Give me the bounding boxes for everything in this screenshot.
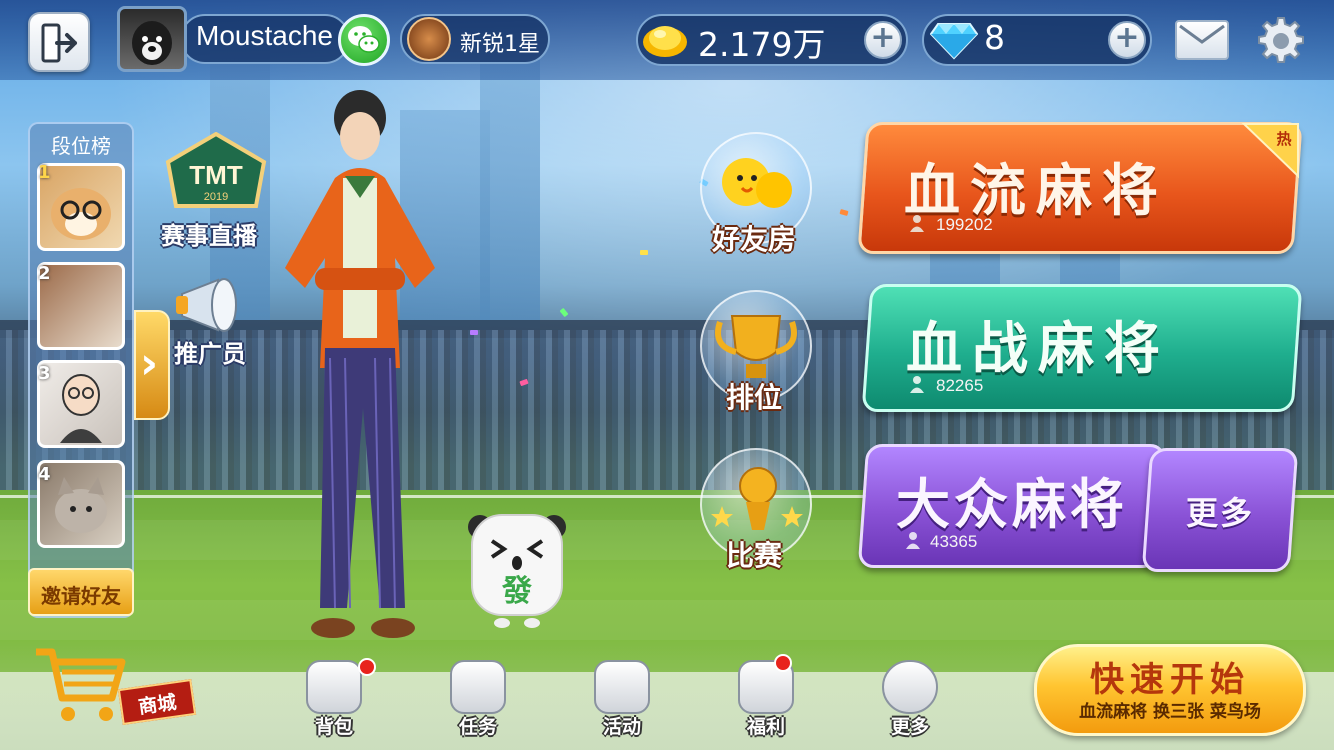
xueliu-online-count: 199202 xyxy=(936,215,993,234)
envelope-icon xyxy=(1179,24,1225,44)
nav-more-label: 更多 xyxy=(890,716,929,738)
nav-welfare-label: 福利 xyxy=(746,716,785,738)
diamond-icon xyxy=(930,23,978,60)
add-coins-button[interactable]: + xyxy=(864,21,902,59)
nav-events-label: 活动 xyxy=(602,716,641,738)
mascot-tile-char: 發 xyxy=(501,574,532,609)
chevron-right-icon: › xyxy=(140,338,159,389)
shop-label: 商城 xyxy=(137,691,178,719)
shopping-cart-icon[interactable] xyxy=(32,642,128,724)
leaderboard-rank-number: 3 xyxy=(38,363,51,384)
wechat-share-button[interactable] xyxy=(338,14,390,66)
pitch-stripe xyxy=(0,600,1334,640)
tmt-live-badge-icon[interactable]: TMT 2019 xyxy=(160,132,272,218)
player-character xyxy=(285,90,435,638)
leaderboard-rank-number: 4 xyxy=(38,464,51,485)
leaderboard-title: 段位榜 xyxy=(51,134,111,158)
nav-welfare[interactable]: 福利 xyxy=(726,654,806,740)
more-modes-label: 更多 xyxy=(1186,494,1255,532)
gem-balance: 8 xyxy=(984,18,1005,57)
nav-bag[interactable]: 背包 xyxy=(294,658,376,740)
xuezhan-online-count: 82265 xyxy=(936,376,984,395)
notification-dot xyxy=(358,658,376,676)
rank-badge-icon xyxy=(407,17,451,61)
tmt-badge-year: 2019 xyxy=(204,191,228,203)
exit-button[interactable] xyxy=(28,12,90,72)
confetti xyxy=(640,250,648,255)
live-events-label[interactable]: 赛事直播 xyxy=(161,216,257,251)
nav-events[interactable]: 活动 xyxy=(582,660,662,740)
players-icon xyxy=(910,215,924,232)
players-icon xyxy=(906,532,920,549)
checklist-icon xyxy=(450,660,506,714)
mahjong-tile-mascot: 發 xyxy=(468,514,566,628)
xuezhan-mahjong-title: 血战麻将 xyxy=(906,316,1170,382)
player-avatar[interactable] xyxy=(117,6,187,72)
dazhong-mahjong-title: 大众麻将 xyxy=(896,472,1128,536)
shiba-avatar-icon xyxy=(51,188,111,240)
backpack-icon xyxy=(306,660,362,714)
cartoon-avatar-icon xyxy=(60,374,102,443)
megaphone-icon[interactable] xyxy=(172,272,256,338)
hot-tag-text: 热 xyxy=(1276,130,1291,148)
match-label[interactable]: 比赛 xyxy=(726,534,782,574)
nav-tasks[interactable]: 任务 xyxy=(438,660,518,740)
nav-more[interactable]: 更多 xyxy=(870,660,950,740)
background-tower xyxy=(480,60,540,340)
chevron-up-icon xyxy=(882,660,938,714)
promoter-label[interactable]: 推广员 xyxy=(174,334,246,369)
leaderboard-rank-number: 2 xyxy=(38,263,51,284)
leaderboard-rank-number: 1 xyxy=(38,162,51,183)
notification-dot xyxy=(774,654,792,672)
username: Moustache xyxy=(196,20,333,51)
kitten-avatar-icon xyxy=(55,477,107,533)
ranked-label[interactable]: 排位 xyxy=(726,376,782,416)
confetti xyxy=(470,330,478,335)
quick-start-title: 快速开始 xyxy=(1090,660,1250,700)
dazhong-online-count: 43365 xyxy=(930,532,978,551)
exit-icon xyxy=(41,23,77,63)
coin-balance: 2.179万 xyxy=(698,25,826,64)
nav-tasks-label: 任务 xyxy=(458,716,497,738)
dog-avatar-icon xyxy=(132,21,172,65)
add-gems-button[interactable]: + xyxy=(1108,21,1146,59)
settings-gear-icon[interactable] xyxy=(1256,16,1306,66)
gift-box-icon xyxy=(594,660,650,714)
nav-bag-label: 背包 xyxy=(314,716,353,738)
gold-ingot-icon xyxy=(643,26,687,57)
wechat-icon xyxy=(348,26,380,53)
expand-leaderboard-button[interactable]: › xyxy=(134,310,170,420)
invite-friends-label: 邀请好友 xyxy=(41,584,121,608)
rank-label: 新锐1星 xyxy=(460,32,540,57)
players-icon xyxy=(910,376,924,393)
mail-button[interactable] xyxy=(1175,20,1229,60)
hot-tag-icon: 热 xyxy=(1241,123,1299,178)
quick-start-subtitle: 血流麻将 换三张 菜鸟场 xyxy=(1079,702,1261,722)
tmt-badge-text: TMT xyxy=(189,160,243,190)
friends-room-label[interactable]: 好友房 xyxy=(712,218,796,258)
